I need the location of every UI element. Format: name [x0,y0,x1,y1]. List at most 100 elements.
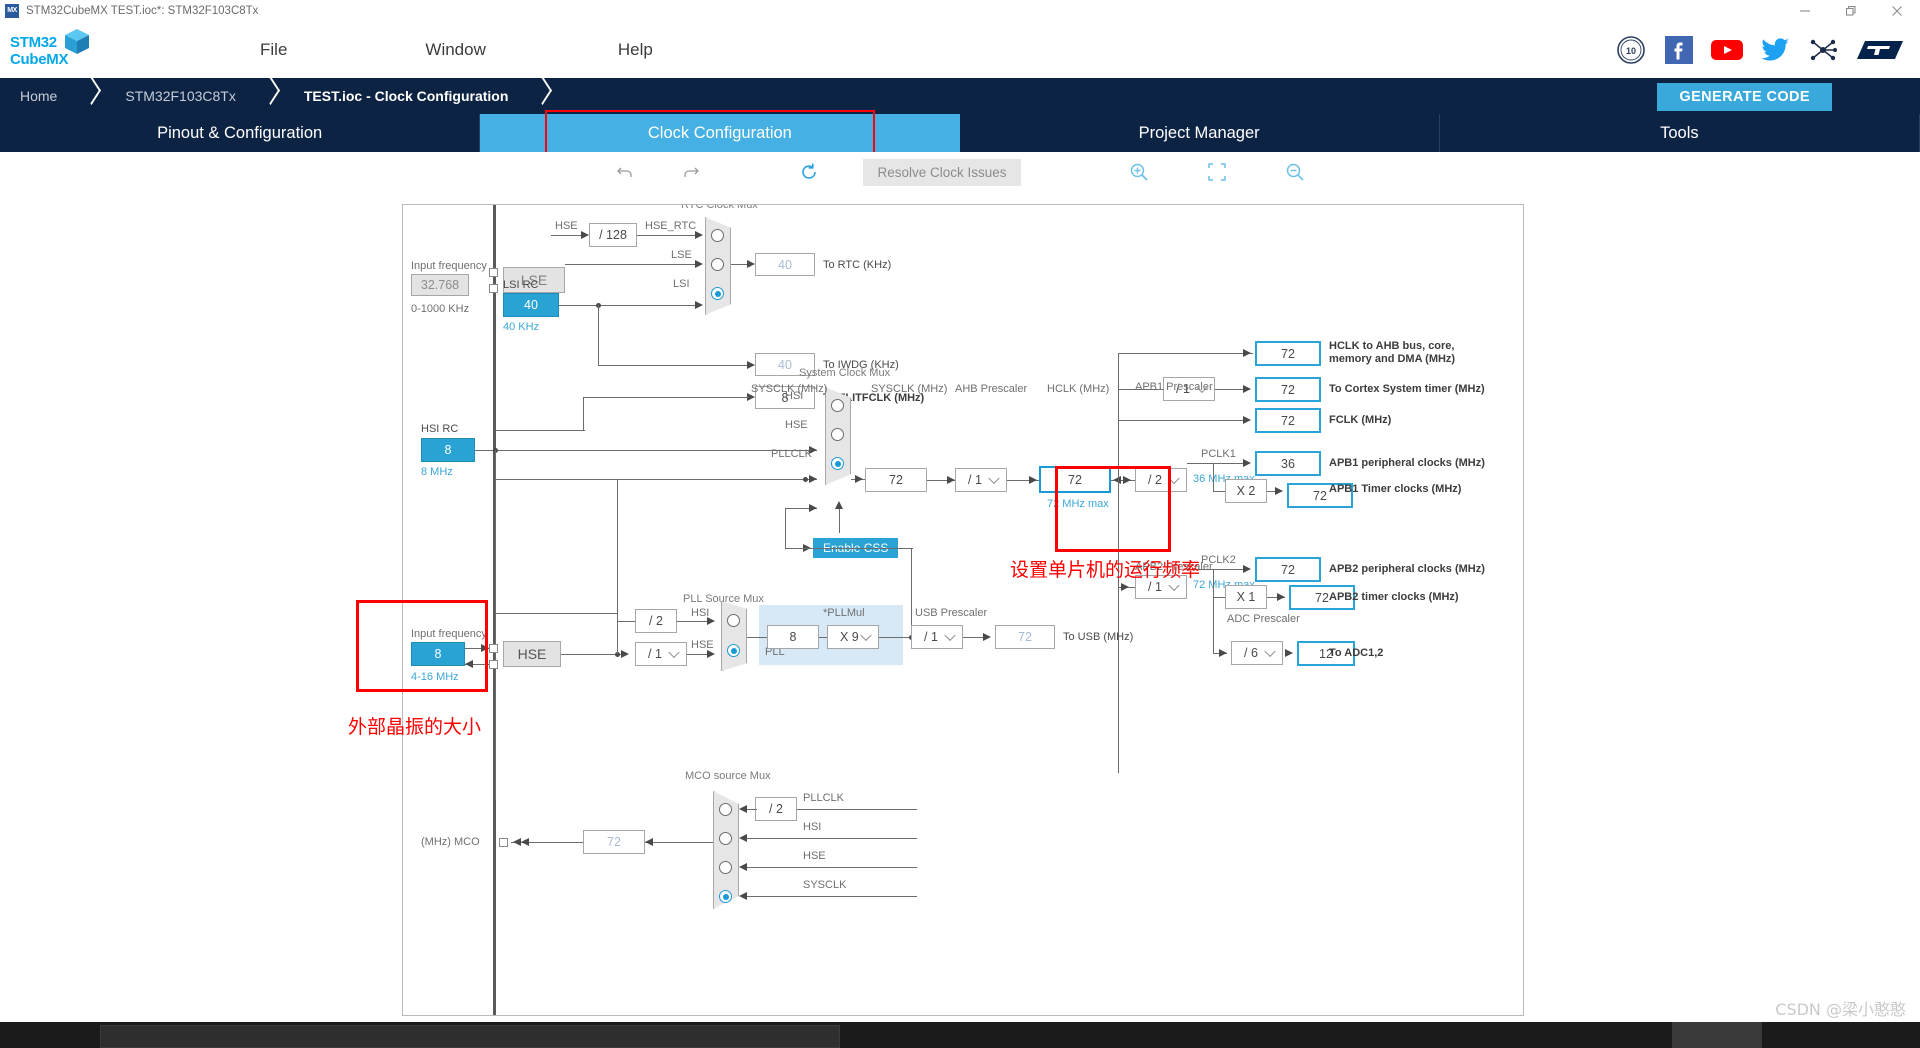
apb1-prescaler-select[interactable]: / 2 [1135,468,1187,492]
arrow [695,260,703,268]
arrow [1113,476,1121,484]
hse-pin-in [489,644,498,653]
wire [617,479,618,654]
arrow [1243,459,1251,467]
pll-mux-input-hsi[interactable] [727,614,740,627]
hclk-value-field[interactable]: 72 [1039,466,1111,493]
wire [1187,463,1245,464]
youtube-icon[interactable] [1710,33,1744,67]
main-tabs[interactable]: Pinout & Configuration Clock Configurati… [0,110,1920,152]
pll-source-mux[interactable] [721,601,747,671]
chevron-down-icon [1168,472,1180,485]
tab-project-manager[interactable]: Project Manager [960,114,1440,152]
menu-bar: STM32 CubeMX File Window Help 10 [0,22,1920,78]
breadcrumb-item-current[interactable]: TEST.ioc - Clock Configuration [284,78,535,114]
wire [1118,420,1245,421]
fit-to-screen-icon[interactable] [1191,155,1243,189]
network-icon[interactable] [1806,33,1840,67]
generate-code-button[interactable]: GENERATE CODE [1657,83,1832,111]
hse-oscillator-box[interactable]: HSE [503,641,561,667]
svg-text:10: 10 [1626,46,1636,56]
lsi-rc-value-field[interactable]: 40 [503,293,559,317]
wire [598,305,599,365]
wire [475,450,817,451]
st-logo-icon[interactable] [1854,33,1906,67]
refresh-icon[interactable] [783,155,835,189]
menu-items[interactable]: File Window Help [190,34,671,66]
ahb-prescaler-select[interactable]: / 1 [955,468,1007,492]
menu-item-file[interactable]: File [242,34,305,66]
hse-input-frequency-field[interactable]: 8 [411,642,465,666]
mco-mux-input-pllclk[interactable] [719,803,732,816]
lse-input-frequency-field[interactable]: 32.768 [411,274,469,296]
usb-prescaler-select[interactable]: / 1 [911,625,963,649]
arrow [695,301,703,309]
mco-out-value: 72 [583,830,645,854]
tab-pinout-configuration[interactable]: Pinout & Configuration [0,114,481,152]
logo-line1: STM32 [10,33,57,51]
minimize-icon[interactable] [1782,0,1828,22]
hse-annotation-note: 外部晶振的大小 [348,716,482,738]
rtc-mux-input-lse[interactable] [711,258,724,271]
wire [747,896,917,897]
arrow [645,838,653,846]
breadcrumb-item-home[interactable]: Home [0,78,83,114]
apb1-prescaler-label: APB1 Prescaler [1135,381,1213,393]
anniversary-badge-icon[interactable]: 10 [1614,33,1648,67]
mco-mux-input-hse[interactable] [719,861,732,874]
resolve-clock-issues-button[interactable]: Resolve Clock Issues [863,158,1021,186]
wire [747,809,757,810]
wire [1118,353,1253,354]
hsi-rc-value-field[interactable]: 8 [421,438,475,462]
window-title: STM32CubeMX TEST.ioc*: STM32F103C8Tx [26,5,259,17]
taskbar-window-group[interactable] [100,1025,840,1048]
wire [583,397,749,398]
mco-mux-input-sysclk[interactable] [719,890,732,903]
undo-icon[interactable] [599,155,651,189]
tab-tools[interactable]: Tools [1440,114,1920,152]
clock-configuration-diagram[interactable]: Input frequency 32.768 0-1000 KHz LSE HS… [402,204,1524,1016]
facebook-icon[interactable] [1662,33,1696,67]
zoom-out-icon[interactable] [1269,155,1321,189]
rtc-mux-input-lsi[interactable] [711,287,724,300]
sys-mux-input-hsi[interactable] [831,399,844,412]
sys-mux-input-pllclk[interactable] [831,457,844,470]
menu-item-window[interactable]: Window [407,34,503,66]
wire [617,621,635,622]
arrow [947,476,955,484]
rtc-mux-input-hse-rtc[interactable] [711,229,724,242]
apb1-timer-multiplier: X 2 [1225,479,1267,503]
wire [797,809,917,810]
menu-item-help[interactable]: Help [600,34,671,66]
pll-mux-input-hse[interactable] [727,644,740,657]
close-icon[interactable] [1874,0,1920,22]
arrow [521,838,529,846]
arrow [747,361,755,369]
mco-mux-input-hsi[interactable] [719,832,732,845]
redo-icon[interactable] [665,155,717,189]
apb2-prescaler-value: / 1 [1148,580,1162,594]
sys-mux-input-hse[interactable] [831,428,844,441]
adc-prescaler-select[interactable]: / 6 [1231,641,1283,665]
taskbar-tray[interactable] [1672,1022,1762,1048]
hse-divider-select[interactable]: / 1 [635,642,687,666]
sys-mux-pllclk-label: PLLCLK [771,448,812,460]
social-links[interactable]: 10 [1614,33,1906,67]
wire [495,613,617,614]
arrow [835,501,843,509]
breadcrumb-item-mcu[interactable]: STM32F103C8Tx [105,78,261,114]
twitter-icon[interactable] [1758,33,1792,67]
zoom-in-icon[interactable] [1113,155,1165,189]
sysclk-value: 72 [865,468,927,492]
lsi-rc-unit-label: 40 KHz [503,321,540,333]
pllmul-select[interactable]: X 9 [827,625,879,649]
rtc-mux-lsi-label: LSI [673,278,690,290]
window-controls[interactable] [1782,0,1920,22]
arrow [707,650,715,658]
ahb-prescaler-label: AHB Prescaler [955,383,1028,395]
tab-clock-configuration[interactable]: Clock Configuration [480,114,960,152]
restore-icon[interactable] [1828,0,1874,22]
lsi-rc-title: LSI RC [503,279,539,291]
taskbar[interactable] [0,1022,1920,1048]
hse-rtc-output-label: HSE_RTC [645,220,697,232]
